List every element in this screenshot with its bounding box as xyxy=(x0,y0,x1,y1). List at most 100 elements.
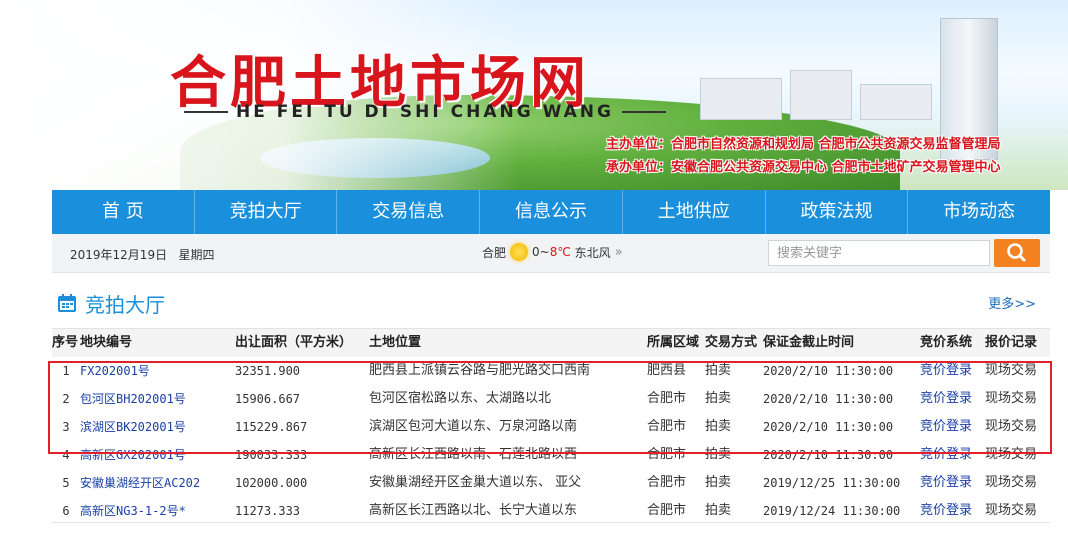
banner-building xyxy=(790,70,852,120)
row-code-link[interactable]: 滨湖区BK202001号 xyxy=(80,413,230,441)
auction-table: 序号 地块编号 出让面积（平方米） 土地位置 所属区域 交易方式 保证金截止时间… xyxy=(52,328,1050,518)
row-record: 现场交易 xyxy=(985,391,1038,406)
weather-city: 合肥 xyxy=(482,245,507,260)
site-subtitle: HE FEI TU DI SHI CHANG WANG xyxy=(176,102,674,122)
row-record: 现场交易 xyxy=(985,475,1038,490)
header-record: 报价记录 xyxy=(985,335,1038,350)
row-code-link[interactable]: 包河区BH202001号 xyxy=(80,385,230,413)
weather-more-arrow[interactable]: » xyxy=(615,245,623,260)
sun-icon xyxy=(510,243,529,261)
row-area: 102000.000 xyxy=(235,476,308,490)
row-location: 包河区宿松路以东、太湖路以北 xyxy=(369,391,552,406)
row-bid-login-link[interactable]: 竞价登录 xyxy=(920,441,984,469)
search-input[interactable] xyxy=(768,240,990,266)
row-mode: 拍卖 xyxy=(705,363,732,378)
search-button[interactable] xyxy=(994,239,1040,267)
header-system: 竞价系统 xyxy=(920,335,973,350)
main-nav: 首 页 竞拍大厅 交易信息 信息公示 土地供应 政策法规 市场动态 xyxy=(52,190,1050,234)
row-deadline: 2020/2/10 11:30:00 xyxy=(763,420,894,434)
section-header: 竞拍大厅 更多>> xyxy=(52,285,1050,321)
nav-market-news[interactable]: 市场动态 xyxy=(908,190,1050,234)
nav-announcements[interactable]: 信息公示 xyxy=(480,190,623,234)
banner-building xyxy=(860,84,932,120)
nav-home[interactable]: 首 页 xyxy=(52,190,195,234)
nav-policies[interactable]: 政策法规 xyxy=(766,190,909,234)
row-deadline: 2020/2/10 11:30:00 xyxy=(763,364,894,378)
header-location: 土地位置 xyxy=(369,335,422,350)
row-code-link[interactable]: 安徽巢湖经开区AC202 xyxy=(80,469,230,497)
row-region: 合肥市 xyxy=(647,503,687,518)
row-bid-login-link[interactable]: 竞价登录 xyxy=(920,385,984,413)
row-record: 现场交易 xyxy=(985,503,1038,518)
section-title: 竞拍大厅 xyxy=(85,293,165,317)
row-region: 合肥市 xyxy=(647,475,687,490)
header-deadline: 保证金截止时间 xyxy=(763,335,855,350)
current-date: 2019年12月19日 星期四 xyxy=(70,246,215,263)
table-header: 序号 地块编号 出让面积（平方米） 土地位置 所属区域 交易方式 保证金截止时间… xyxy=(52,329,1050,357)
organizer-line: 主办单位：合肥市自然资源和规划局 合肥市公共资源交易监督管理局 xyxy=(606,137,1001,152)
site-banner: 合肥土地市场网 HE FEI TU DI SHI CHANG WANG 主办单位… xyxy=(0,0,1068,190)
table-row: 4 高新区GX202001号 190033.333 高新区长江西路以南、石莲北路… xyxy=(52,441,1050,469)
row-deadline: 2020/2/10 11:30:00 xyxy=(763,448,894,462)
row-region: 合肥市 xyxy=(647,419,687,434)
row-area: 115229.867 xyxy=(235,420,308,434)
row-seq: 2 xyxy=(62,392,70,406)
row-mode: 拍卖 xyxy=(705,391,732,406)
undertaker-line: 承办单位：安徽合肥公共资源交易中心 合肥市土地矿产交易管理中心 xyxy=(606,160,1001,175)
nav-trade-info[interactable]: 交易信息 xyxy=(337,190,481,234)
row-location: 安徽巢湖经开区金巢大道以东、 亚父 xyxy=(369,475,582,490)
row-region: 合肥市 xyxy=(647,391,687,406)
calendar-icon xyxy=(58,294,76,312)
header-area: 出让面积（平方米） xyxy=(235,335,353,350)
row-code-link[interactable]: FX202001号 xyxy=(80,357,230,385)
row-location: 高新区长江西路以南、石莲北路以西 xyxy=(369,447,578,462)
weather-widget: 合肥 0~ 8℃ 东北风 » xyxy=(482,243,623,261)
row-area: 11273.333 xyxy=(235,504,301,518)
row-record: 现场交易 xyxy=(985,363,1038,378)
nav-auction-hall[interactable]: 竞拍大厅 xyxy=(195,190,338,234)
row-area: 32351.900 xyxy=(235,364,301,378)
weather-temp-low: 0~ xyxy=(532,245,550,259)
header-code: 地块编号 xyxy=(80,335,133,350)
row-record: 现场交易 xyxy=(985,419,1038,434)
row-seq: 6 xyxy=(62,504,70,518)
row-bid-login-link[interactable]: 竞价登录 xyxy=(920,469,984,497)
more-link[interactable]: 更多>> xyxy=(988,293,1036,312)
table-row: 6 高新区NG3-1-2号* 11273.333 高新区长江西路以北、长宁大道以… xyxy=(52,497,1050,525)
row-mode: 拍卖 xyxy=(705,503,732,518)
table-bottom-border xyxy=(52,522,1050,523)
row-seq: 4 xyxy=(62,448,70,462)
row-mode: 拍卖 xyxy=(705,475,732,490)
site-subtitle-text: HE FEI TU DI SHI CHANG WANG xyxy=(236,102,614,122)
row-deadline: 2019/12/24 11:30:00 xyxy=(763,504,901,518)
row-bid-login-link[interactable]: 竞价登录 xyxy=(920,357,984,385)
row-location: 肥西县上派镇云谷路与肥光路交口西南 xyxy=(369,363,591,378)
header-mode: 交易方式 xyxy=(705,335,758,350)
table-row: 3 滨湖区BK202001号 115229.867 滨湖区包河大道以东、万泉河路… xyxy=(52,413,1050,441)
row-record: 现场交易 xyxy=(985,447,1038,462)
header-region: 所属区域 xyxy=(647,335,700,350)
row-area: 190033.333 xyxy=(235,448,308,462)
row-region: 合肥市 xyxy=(647,447,687,462)
date-text: 2019年12月19日 xyxy=(70,248,168,262)
row-mode: 拍卖 xyxy=(705,447,732,462)
table-row: 5 安徽巢湖经开区AC202 102000.000 安徽巢湖经开区金巢大道以东、… xyxy=(52,469,1050,497)
banner-building xyxy=(700,78,782,120)
table-row: 1 FX202001号 32351.900 肥西县上派镇云谷路与肥光路交口西南 … xyxy=(52,357,1050,385)
row-deadline: 2019/12/25 11:30:00 xyxy=(763,476,901,490)
row-mode: 拍卖 xyxy=(705,419,732,434)
table-row: 2 包河区BH202001号 15906.667 包河区宿松路以东、太湖路以北 … xyxy=(52,385,1050,413)
row-code-link[interactable]: 高新区GX202001号 xyxy=(80,441,230,469)
weather-wind: 东北风 xyxy=(574,245,611,260)
row-bid-login-link[interactable]: 竞价登录 xyxy=(920,497,984,525)
weather-temp-high: 8℃ xyxy=(549,245,571,259)
weekday-text: 星期四 xyxy=(178,248,215,262)
info-bar: 2019年12月19日 星期四 合肥 0~ 8℃ 东北风 » xyxy=(52,234,1050,273)
row-seq: 1 xyxy=(62,364,70,378)
row-seq: 3 xyxy=(62,420,70,434)
row-code-link[interactable]: 高新区NG3-1-2号* xyxy=(80,497,230,525)
search-icon xyxy=(1007,243,1026,262)
row-bid-login-link[interactable]: 竞价登录 xyxy=(920,413,984,441)
nav-land-supply[interactable]: 土地供应 xyxy=(623,190,766,234)
row-location: 滨湖区包河大道以东、万泉河路以南 xyxy=(369,419,578,434)
